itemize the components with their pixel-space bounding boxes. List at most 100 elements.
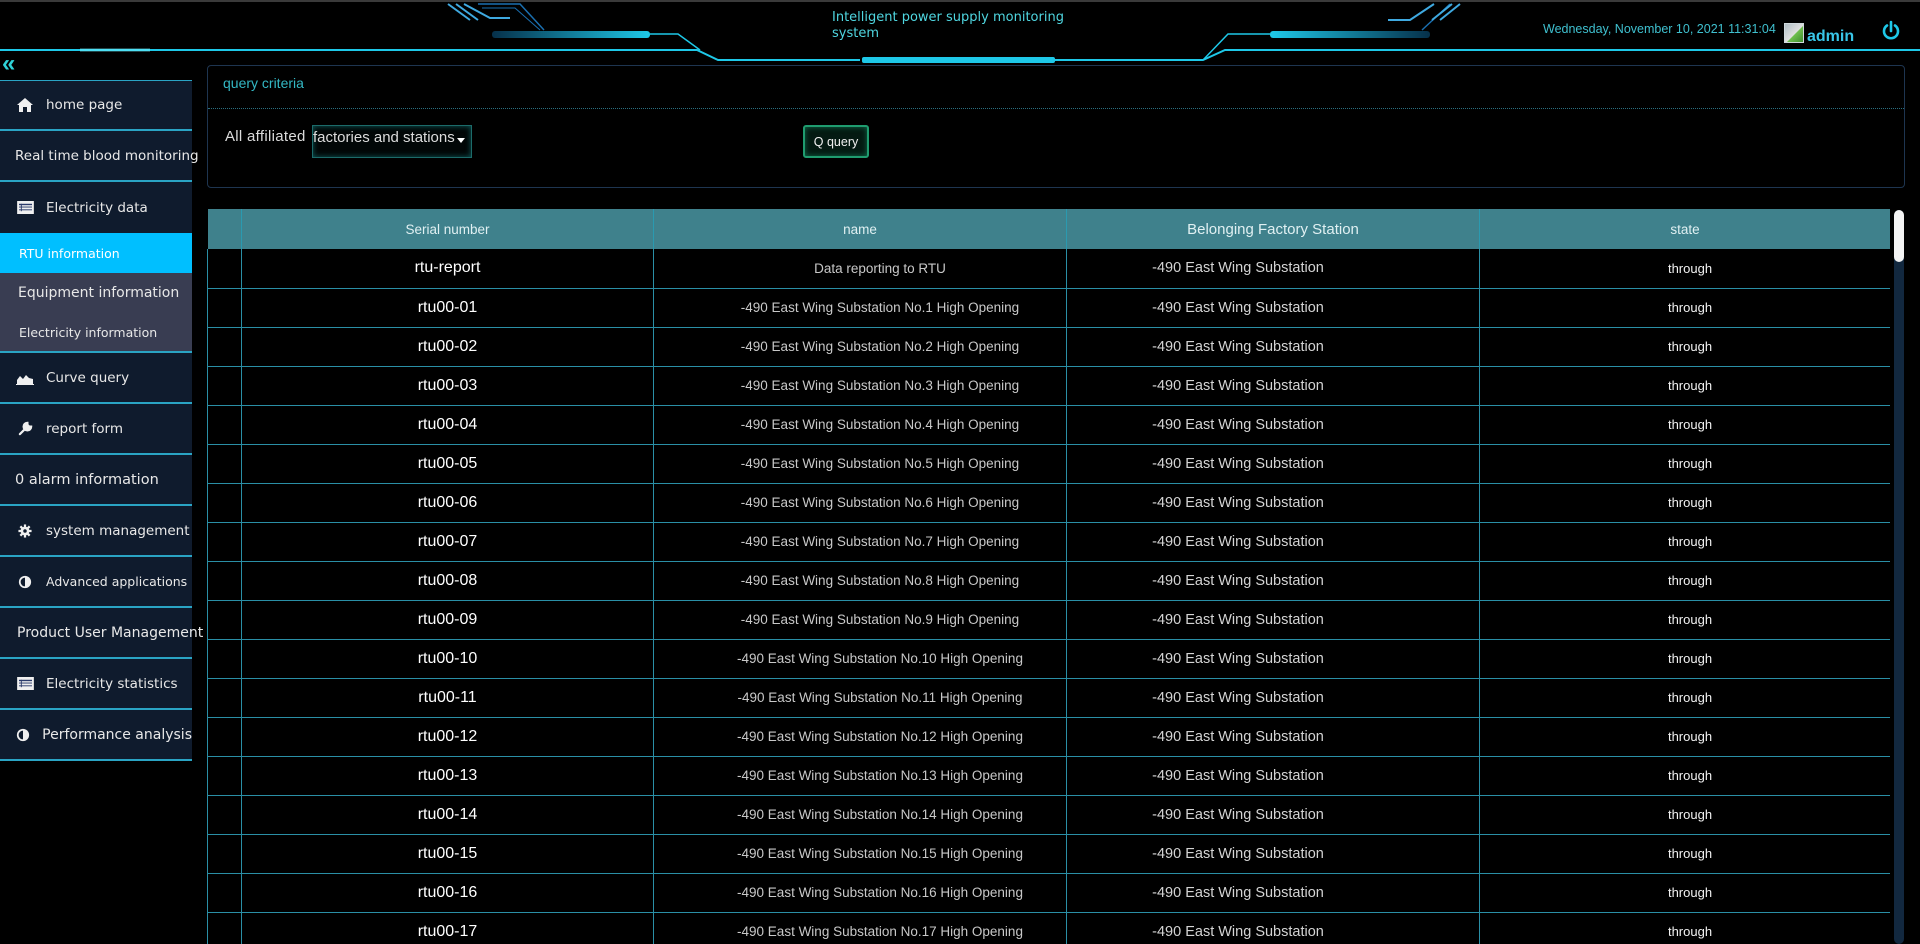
datetime-display: Wednesday, November 10, 2021 11:31:04 (1543, 22, 1776, 36)
station-select[interactable]: factories and stations (312, 125, 472, 158)
table-row[interactable]: rtu00-09 -490 East Wing Substation No.9 H… (207, 600, 1890, 639)
column-header-name[interactable]: name (653, 209, 1067, 249)
table-row[interactable]: rtu00-02 -490 East Wing Substation No.2 H… (207, 327, 1890, 366)
sidebar-item-product-user-management[interactable]: Product User Management (0, 608, 203, 659)
sidebar-item-label: system management (46, 522, 190, 539)
query-criteria-panel: query criteria All affiliated factories … (207, 65, 1905, 188)
serial-number-cell: rtu00-17 (241, 912, 654, 944)
row-select-cell[interactable] (207, 795, 242, 834)
sidebar-item-label: Real time blood monitoring (15, 147, 199, 164)
table-header-row: Serial number name Belonging Factory Sta… (207, 209, 1890, 249)
row-select-cell[interactable] (207, 405, 242, 444)
row-select-cell[interactable] (207, 249, 242, 288)
table-row[interactable]: rtu00-15 -490 East Wing Substation No.15 … (207, 834, 1890, 873)
username[interactable]: admin (1807, 28, 1854, 46)
row-select-cell[interactable] (207, 561, 242, 600)
scrollbar-thumb[interactable] (1894, 210, 1904, 262)
station-cell: -490 East Wing Substation (1066, 288, 1480, 327)
table-row[interactable]: rtu00-07 -490 East Wing Substation No.7 H… (207, 522, 1890, 561)
name-cell: -490 East Wing Substation No.1 High Open… (653, 288, 1067, 327)
sidebar-item-electricity-data[interactable]: Electricity data (0, 182, 192, 233)
sidebar-item-electricity-statistics[interactable]: Electricity statistics (0, 659, 192, 710)
sidebar-item-curve-query[interactable]: Curve query (0, 353, 192, 404)
station-cell: -490 East Wing Substation (1066, 678, 1480, 717)
table-row[interactable]: rtu-report Data reporting to RTU -490 East… (207, 249, 1890, 288)
sidebar-item-alarm-information[interactable]: 0 alarm information (0, 455, 192, 506)
serial-number-cell: rtu00-13 (241, 756, 654, 795)
row-select-cell[interactable] (207, 912, 242, 944)
station-cell: -490 East Wing Substation (1066, 561, 1480, 600)
table-row[interactable]: rtu00-05 -490 East Wing Substation No.5 H… (207, 444, 1890, 483)
name-cell: -490 East Wing Substation No.2 High Open… (653, 327, 1067, 366)
serial-number-cell: rtu00-11 (241, 678, 654, 717)
table-row[interactable]: rtu00-10 -490 East Wing Substation No.10 … (207, 639, 1890, 678)
sidebar-item-label: Product User Management (17, 624, 204, 641)
table-row[interactable]: rtu00-13 -490 East Wing Substation No.13 … (207, 756, 1890, 795)
table-row[interactable]: rtu00-04 -490 East Wing Substation No.4 H… (207, 405, 1890, 444)
serial-number-cell: rtu00-06 (241, 483, 654, 522)
row-select-cell[interactable] (207, 639, 242, 678)
station-cell: -490 East Wing Substation (1066, 795, 1480, 834)
sidebar-item-report-form[interactable]: report form (0, 404, 192, 455)
row-select-cell[interactable] (207, 756, 242, 795)
power-icon[interactable] (1880, 20, 1902, 42)
column-header-state[interactable]: state (1479, 209, 1890, 249)
row-select-cell[interactable] (207, 288, 242, 327)
table-row[interactable]: rtu00-14 -490 East Wing Substation No.14 … (207, 795, 1890, 834)
row-select-cell[interactable] (207, 678, 242, 717)
state-cell: through (1479, 639, 1890, 678)
serial-number-cell: rtu00-07 (241, 522, 654, 561)
table-row[interactable]: rtu00-17 -490 East Wing Substation No.17 … (207, 912, 1890, 944)
query-button[interactable]: Q query (803, 125, 869, 158)
sidebar-subitem-rtu-information[interactable]: RTU information (0, 233, 192, 273)
row-select-cell[interactable] (207, 522, 242, 561)
serial-number-cell: rtu00-10 (241, 639, 654, 678)
row-select-cell[interactable] (207, 366, 242, 405)
column-header-serial[interactable]: Serial number (241, 209, 654, 249)
station-cell: -490 East Wing Substation (1066, 483, 1480, 522)
sidebar-subitem-equipment-information[interactable]: Equipment information (0, 273, 192, 313)
sidebar-item-realtime-monitoring[interactable]: Real time blood monitoring (0, 131, 199, 182)
sidebar-subitem-electricity-information[interactable]: Electricity information (0, 313, 192, 353)
row-select-cell[interactable] (207, 483, 242, 522)
column-header-station[interactable]: Belonging Factory Station (1066, 209, 1480, 249)
sidebar-item-advanced-applications[interactable]: Advanced applications (0, 557, 192, 608)
table-row[interactable]: rtu00-01 -490 East Wing Substation No.1 H… (207, 288, 1890, 327)
table-row[interactable]: rtu00-08 -490 East Wing Substation No.8 H… (207, 561, 1890, 600)
state-cell: through (1479, 912, 1890, 944)
sidebar-item-label: 0 alarm information (15, 471, 159, 488)
sidebar-item-system-management[interactable]: system management (0, 506, 192, 557)
station-cell: -490 East Wing Substation (1066, 522, 1480, 561)
table-row[interactable]: rtu00-16 -490 East Wing Substation No.16 … (207, 873, 1890, 912)
collapse-sidebar-button[interactable]: « (2, 52, 28, 76)
station-cell: -490 East Wing Substation (1066, 756, 1480, 795)
table-row[interactable]: rtu00-12 -490 East Wing Substation No.12 … (207, 717, 1890, 756)
table-scrollbar[interactable] (1894, 210, 1904, 944)
name-cell: Data reporting to RTU (653, 249, 1067, 288)
area-chart-icon (16, 370, 34, 386)
query-criteria-title: query criteria (223, 75, 304, 91)
sidebar-item-performance-analysis[interactable]: Performance analysis (0, 710, 192, 761)
table-body: rtu-report Data reporting to RTU -490 East… (207, 249, 1890, 944)
row-select-cell[interactable] (207, 873, 242, 912)
avatar[interactable] (1784, 23, 1804, 43)
station-filter-label: All affiliated (225, 128, 306, 145)
row-select-cell[interactable] (207, 327, 242, 366)
half-circle-icon (16, 727, 30, 743)
sidebar-item-home[interactable]: home page (0, 80, 192, 131)
table-row[interactable]: rtu00-06 -490 East Wing Substation No.6 H… (207, 483, 1890, 522)
station-cell: -490 East Wing Substation (1066, 327, 1480, 366)
row-select-cell[interactable] (207, 834, 242, 873)
state-cell: through (1479, 834, 1890, 873)
row-select-cell[interactable] (207, 444, 242, 483)
name-cell: -490 East Wing Substation No.8 High Open… (653, 561, 1067, 600)
name-cell: -490 East Wing Substation No.12 High Ope… (653, 717, 1067, 756)
table-row[interactable]: rtu00-03 -490 East Wing Substation No.3 H… (207, 366, 1890, 405)
table-row[interactable]: rtu00-11 -490 East Wing Substation No.11 … (207, 678, 1890, 717)
gear-icon (16, 523, 34, 539)
row-select-cell[interactable] (207, 717, 242, 756)
name-cell: -490 East Wing Substation No.10 High Ope… (653, 639, 1067, 678)
row-select-cell[interactable] (207, 600, 242, 639)
serial-number-cell: rtu00-14 (241, 795, 654, 834)
serial-number-cell: rtu00-04 (241, 405, 654, 444)
